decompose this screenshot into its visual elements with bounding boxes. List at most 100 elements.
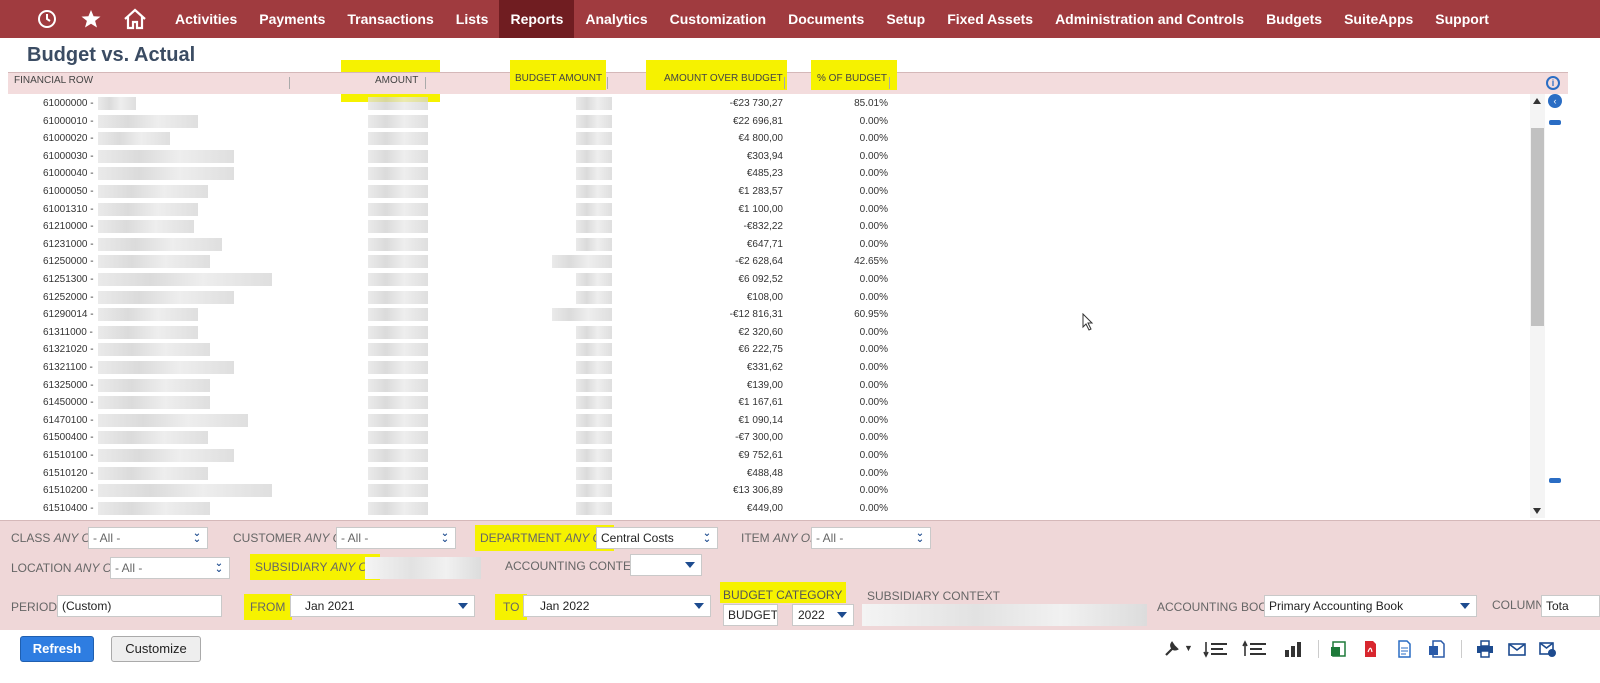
pdf-icon[interactable]: [1361, 640, 1379, 658]
nav-lists[interactable]: Lists: [445, 0, 500, 38]
table-row[interactable]: 61470100 - €1 090,14 0.00%: [8, 412, 1530, 430]
account-number[interactable]: 61325000 -: [43, 380, 103, 391]
scroll-down-arrow-icon[interactable]: [1533, 508, 1541, 514]
header-amount[interactable]: AMOUNT: [375, 74, 418, 94]
account-number[interactable]: 61252000 -: [43, 292, 103, 303]
table-row[interactable]: 61325000 - €139,00 0.00%: [8, 377, 1530, 395]
chevron-down-icon[interactable]: ▼: [1184, 643, 1193, 653]
nav-activities[interactable]: Activities: [164, 0, 248, 38]
account-number[interactable]: 61321020 -: [43, 344, 103, 355]
excel-icon[interactable]: [1330, 640, 1348, 658]
budget-year-select[interactable]: 2022: [792, 604, 854, 626]
account-number[interactable]: 61510100 -: [43, 450, 103, 461]
nav-support[interactable]: Support: [1424, 0, 1500, 38]
table-row[interactable]: 61290014 - -€12 816,31 60.95%: [8, 306, 1530, 324]
table-row[interactable]: 61000010 - €22 696,81 0.00%: [8, 113, 1530, 131]
collapse-panel-icon[interactable]: ‹: [1548, 94, 1562, 108]
account-number[interactable]: 61450000 -: [43, 397, 103, 408]
table-row[interactable]: 61000020 - €4 800,00 0.00%: [8, 130, 1530, 148]
nav-administration-and-controls[interactable]: Administration and Controls: [1044, 0, 1255, 38]
nav-budgets[interactable]: Budgets: [1255, 0, 1333, 38]
nav-documents[interactable]: Documents: [777, 0, 875, 38]
department-filter-select[interactable]: Central Costs ⌄ ⌄: [596, 527, 718, 549]
class-filter-select[interactable]: - All - ⌄ ⌄: [88, 527, 208, 549]
table-row[interactable]: 61210000 - -€832,22 0.00%: [8, 218, 1530, 236]
print-icon[interactable]: [1476, 640, 1494, 658]
table-row[interactable]: 61231000 - €647,71 0.00%: [8, 236, 1530, 254]
header-amount-over-budget[interactable]: AMOUNT OVER BUDGET: [646, 60, 787, 90]
nav-reports[interactable]: Reports: [499, 0, 575, 38]
table-row[interactable]: 61000050 - €1 283,57 0.00%: [8, 183, 1530, 201]
table-row[interactable]: 61251300 - €6 092,52 0.00%: [8, 271, 1530, 289]
account-number[interactable]: 61311000 -: [43, 327, 103, 338]
expand-rows-icon[interactable]: [1242, 640, 1268, 658]
recent-records-icon[interactable]: [32, 4, 62, 34]
account-number[interactable]: 61510120 -: [43, 468, 103, 479]
nav-analytics[interactable]: Analytics: [574, 0, 658, 38]
nav-customization[interactable]: Customization: [659, 0, 777, 38]
vertical-scrollbar[interactable]: [1530, 94, 1545, 518]
table-row[interactable]: 61250000 - -€2 628,64 42.65%: [8, 253, 1530, 271]
table-row[interactable]: 61321100 - €331,62 0.00%: [8, 359, 1530, 377]
account-number[interactable]: 61231000 -: [43, 239, 103, 250]
to-period-select[interactable]: Jan 2022: [523, 595, 711, 617]
subsidiary-context-field[interactable]: [862, 604, 1147, 626]
panel-bar-icon[interactable]: [1549, 478, 1561, 483]
account-number[interactable]: 61000000 -: [43, 98, 103, 109]
nav-setup[interactable]: Setup: [875, 0, 936, 38]
table-row[interactable]: 61311000 - €2 320,60 0.00%: [8, 324, 1530, 342]
nav-suiteapps[interactable]: SuiteApps: [1333, 0, 1424, 38]
item-filter-select[interactable]: - All - ⌄ ⌄: [811, 527, 931, 549]
table-row[interactable]: 61000000 - -€23 730,27 85.01%: [8, 95, 1530, 113]
table-row[interactable]: 61500400 - -€7 300,00 0.00%: [8, 429, 1530, 447]
table-row[interactable]: 61001310 - €1 100,00 0.00%: [8, 201, 1530, 219]
table-row[interactable]: 61000040 - €485,23 0.00%: [8, 165, 1530, 183]
schedule-icon[interactable]: [1539, 640, 1557, 658]
table-row[interactable]: 61510100 - €9 752,61 0.00%: [8, 447, 1530, 465]
panel-bar-icon[interactable]: [1549, 120, 1561, 125]
header-financial-row[interactable]: FINANCIAL ROW: [14, 74, 93, 94]
account-number[interactable]: 61001310 -: [43, 204, 103, 215]
accounting-book-select[interactable]: Primary Accounting Book: [1264, 595, 1477, 617]
table-row[interactable]: 61252000 - €108,00 0.00%: [8, 289, 1530, 307]
table-row[interactable]: 61510200 - €13 306,89 0.00%: [8, 482, 1530, 500]
collapse-rows-icon[interactable]: [1203, 640, 1229, 658]
account-number[interactable]: 61000020 -: [43, 133, 103, 144]
column-select[interactable]: Tota: [1541, 595, 1600, 617]
header-pct-of-budget[interactable]: % OF BUDGET: [811, 60, 898, 90]
nav-fixed-assets[interactable]: Fixed Assets: [936, 0, 1044, 38]
account-number[interactable]: 61000050 -: [43, 186, 103, 197]
table-row[interactable]: 61450000 - €1 167,61 0.00%: [8, 394, 1530, 412]
account-number[interactable]: 61500400 -: [43, 432, 103, 443]
account-number[interactable]: 61000010 -: [43, 116, 103, 127]
account-number[interactable]: 61210000 -: [43, 221, 103, 232]
account-number[interactable]: 61000030 -: [43, 151, 103, 162]
account-number[interactable]: 61251300 -: [43, 274, 103, 285]
customize-button[interactable]: Customize: [111, 636, 201, 662]
account-number[interactable]: 61510400 -: [43, 503, 103, 514]
refresh-button[interactable]: Refresh: [20, 636, 94, 662]
account-number[interactable]: 61000040 -: [43, 168, 103, 179]
table-row[interactable]: 61510400 - €449,00 0.00%: [8, 500, 1530, 518]
scroll-up-arrow-icon[interactable]: [1533, 98, 1541, 104]
account-number[interactable]: 61321100 -: [43, 362, 103, 373]
scrollbar-thumb[interactable]: [1531, 128, 1544, 326]
wrench-icon[interactable]: [1163, 640, 1181, 658]
location-filter-select[interactable]: - All - ⌄ ⌄: [110, 557, 230, 579]
account-number[interactable]: 61250000 -: [43, 256, 103, 267]
document-icon[interactable]: [1395, 640, 1413, 658]
from-period-select[interactable]: Jan 2021: [290, 595, 475, 617]
period-select[interactable]: (Custom): [57, 595, 222, 617]
subsidiary-filter-select[interactable]: [365, 557, 481, 579]
customer-filter-select[interactable]: - All - ⌄ ⌄: [336, 527, 456, 549]
accounting-context-select[interactable]: [630, 554, 702, 576]
email-icon[interactable]: [1508, 640, 1526, 658]
account-number[interactable]: 61470100 -: [43, 415, 103, 426]
header-budget-amount[interactable]: BUDGET AMOUNT: [510, 60, 607, 90]
nav-payments[interactable]: Payments: [248, 0, 336, 38]
budget-category-value[interactable]: BUDGET: [723, 604, 778, 626]
star-icon[interactable]: [76, 4, 106, 34]
word-icon[interactable]: [1428, 640, 1446, 658]
home-icon[interactable]: [120, 4, 150, 34]
chart-icon[interactable]: [1283, 640, 1307, 658]
